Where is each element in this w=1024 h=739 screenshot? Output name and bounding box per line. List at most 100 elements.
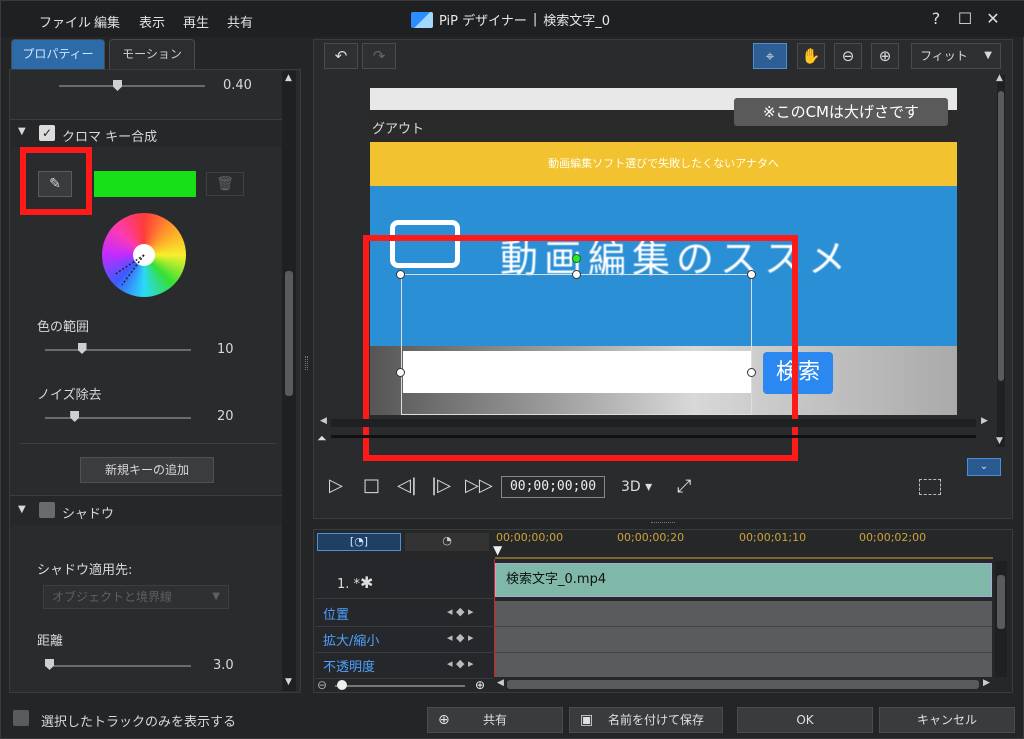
collapse-arrow-icon[interactable]: ▼ — [18, 126, 26, 137]
key-color-swatch[interactable] — [94, 171, 196, 197]
zoom-fit-dropdown[interactable]: フィット ▼ — [911, 43, 1001, 69]
menu-edit[interactable]: 編集 — [94, 12, 120, 31]
playhead-marker-icon[interactable]: ⏶ — [317, 431, 327, 446]
zoom-fit-value: フィット — [920, 49, 968, 63]
timeline-v-scrollbar[interactable] — [995, 561, 1007, 677]
tab-motion[interactable]: モーション — [109, 39, 195, 69]
timeline-duration-button[interactable]: ◔ — [405, 533, 489, 551]
keyframe-row-opacity[interactable]: 不透明度 ◂ ◆ ▸ — [315, 653, 493, 679]
prev-frame-button[interactable]: ◁| — [397, 475, 417, 496]
timeline-zoom-slider[interactable] — [335, 685, 465, 687]
timeline-zoom-thumb[interactable] — [337, 680, 347, 690]
shadow-apply-dropdown[interactable]: オブジェクトと境界線 ▼ — [43, 585, 229, 609]
move-cursor-icon: ⌖ — [765, 47, 775, 65]
splitter-handle[interactable] — [651, 522, 675, 524]
select-tool-button[interactable]: ⌖ — [753, 43, 787, 69]
ruler-tick-label: 00;00;00;00 — [496, 531, 564, 544]
show-selected-only-checkbox[interactable] — [13, 710, 29, 726]
next-frame-button[interactable]: |▷ — [431, 475, 451, 496]
globe-icon: ⊕ — [438, 712, 450, 728]
track-label[interactable]: 1. *✱ — [315, 561, 493, 599]
keyframe-nav-icon[interactable]: ◂ ◆ ▸ — [447, 605, 474, 618]
maximize-button[interactable]: ☐ — [953, 9, 977, 29]
ok-button[interactable]: OK — [737, 707, 873, 733]
preview-v-thumb[interactable] — [998, 91, 1004, 381]
hand-tool-button[interactable]: ✋ — [797, 43, 825, 69]
timeline-ruler[interactable]: 00;00;00;00 00;00;00;20 00;00;01;10 00;0… — [495, 531, 993, 559]
collapse-arrow-icon[interactable]: ▼ — [18, 504, 26, 515]
prev-frame-icon: ◁| — [397, 475, 417, 496]
cancel-button[interactable]: キャンセル — [879, 707, 1015, 733]
share-button[interactable]: ⊕ 共有 — [427, 707, 563, 733]
redo-button[interactable]: ↷ — [362, 43, 396, 69]
close-button[interactable]: ✕ — [981, 9, 1005, 29]
scroll-up-icon[interactable]: ▲ — [285, 73, 292, 83]
menu-play[interactable]: 再生 — [183, 12, 209, 31]
keyframe-row-scale[interactable]: 拡大/縮小 ◂ ◆ ▸ — [315, 627, 493, 653]
keyframe-row-position[interactable]: 位置 ◂ ◆ ▸ — [315, 601, 493, 627]
timeline-v-thumb[interactable] — [997, 575, 1005, 629]
safe-zone-button[interactable] — [919, 479, 941, 495]
eyedropper-icon: ✎ — [49, 176, 61, 192]
delete-key-button[interactable]: 🗑 — [206, 172, 244, 196]
eyedropper-button[interactable]: ✎ — [38, 171, 72, 197]
logout-text: グアウト — [372, 122, 425, 137]
chroma-key-title: クロマ キー合成 — [62, 130, 158, 145]
keyframe-label: 拡大/縮小 — [323, 634, 380, 649]
fast-forward-button[interactable]: ▷▷ — [465, 475, 493, 496]
menu-share[interactable]: 共有 — [227, 12, 253, 31]
noise-slider-track[interactable] — [45, 417, 191, 419]
distance-slider-track[interactable] — [45, 665, 191, 667]
add-new-key-button[interactable]: 新規キーの追加 — [80, 457, 214, 483]
clock-icon: [◔] — [349, 535, 369, 548]
zoom-out-button[interactable]: ⊖ — [834, 43, 862, 69]
timeline-scale-button[interactable]: [◔] — [317, 533, 401, 551]
3d-mode-dropdown[interactable]: 3D ▾ — [621, 479, 652, 495]
help-button[interactable]: ? — [924, 9, 948, 29]
divider — [495, 626, 992, 627]
color-range-slider-track[interactable] — [45, 349, 191, 351]
scroll-down-icon[interactable]: ▼ — [996, 436, 1003, 446]
keyframe-nav-icon[interactable]: ◂ ◆ ▸ — [447, 631, 474, 644]
expand-panel-button[interactable]: ⌄ — [967, 458, 1001, 476]
zoom-in-icon[interactable]: ⊕ — [475, 678, 485, 692]
keyframe-nav-icon[interactable]: ◂ ◆ ▸ — [447, 657, 474, 670]
video-clip[interactable]: 検索文字_0.mp4 — [495, 563, 992, 597]
fullscreen-button[interactable]: ⤢ — [677, 476, 691, 497]
shadow-header[interactable]: ▼ シャドウ — [10, 495, 286, 525]
panel-scroll-thumb[interactable] — [285, 271, 293, 396]
timeline-playhead-icon[interactable]: ▼ — [493, 543, 502, 557]
scroll-right-icon[interactable]: ▶ — [983, 678, 990, 688]
tab-properties[interactable]: プロパティー — [11, 39, 105, 69]
save-as-button[interactable]: ▣ 名前を付けて保存 — [569, 707, 723, 733]
menu-view[interactable]: 表示 — [139, 12, 165, 31]
document-name: 検索文字_0 — [543, 14, 611, 29]
play-button[interactable]: ▷ — [329, 475, 343, 496]
preview-v-scrollbar[interactable] — [997, 75, 1005, 447]
preview-h-scrollbar[interactable] — [331, 419, 976, 427]
fullscreen-icon: ⤢ — [677, 476, 692, 497]
keyframe-area[interactable] — [495, 601, 992, 677]
undo-button[interactable]: ↶ — [324, 43, 358, 69]
scroll-up-icon[interactable]: ▲ — [996, 73, 1003, 83]
opacity-slider-track[interactable] — [59, 85, 205, 87]
chroma-key-checkbox[interactable]: ✓ — [39, 125, 55, 141]
scroll-left-icon[interactable]: ◀ — [320, 416, 327, 426]
menu-file[interactable]: ファイル — [39, 12, 91, 31]
preview-progress-track[interactable] — [331, 435, 976, 438]
timeline-h-scrollbar[interactable] — [507, 680, 979, 689]
stop-button[interactable]: □ — [363, 475, 380, 496]
chroma-key-header[interactable]: ▼ ✓ クロマ キー合成 — [10, 119, 286, 147]
shadow-checkbox[interactable] — [39, 502, 55, 518]
shadow-apply-label: シャドウ適用先: — [37, 563, 133, 578]
splitter-handle[interactable] — [305, 356, 308, 370]
panel-scrollbar[interactable]: ▲ ▼ — [282, 71, 296, 691]
timecode-display[interactable]: 00;00;00;00 — [501, 476, 605, 498]
color-wheel[interactable] — [102, 213, 186, 297]
zoom-out-icon[interactable]: ⊖ — [317, 678, 327, 692]
scroll-right-icon[interactable]: ▶ — [981, 416, 988, 426]
scroll-down-icon[interactable]: ▼ — [285, 677, 292, 687]
shadow-title: シャドウ — [62, 507, 115, 522]
scroll-left-icon[interactable]: ◀ — [497, 678, 504, 688]
zoom-in-button[interactable]: ⊕ — [871, 43, 899, 69]
